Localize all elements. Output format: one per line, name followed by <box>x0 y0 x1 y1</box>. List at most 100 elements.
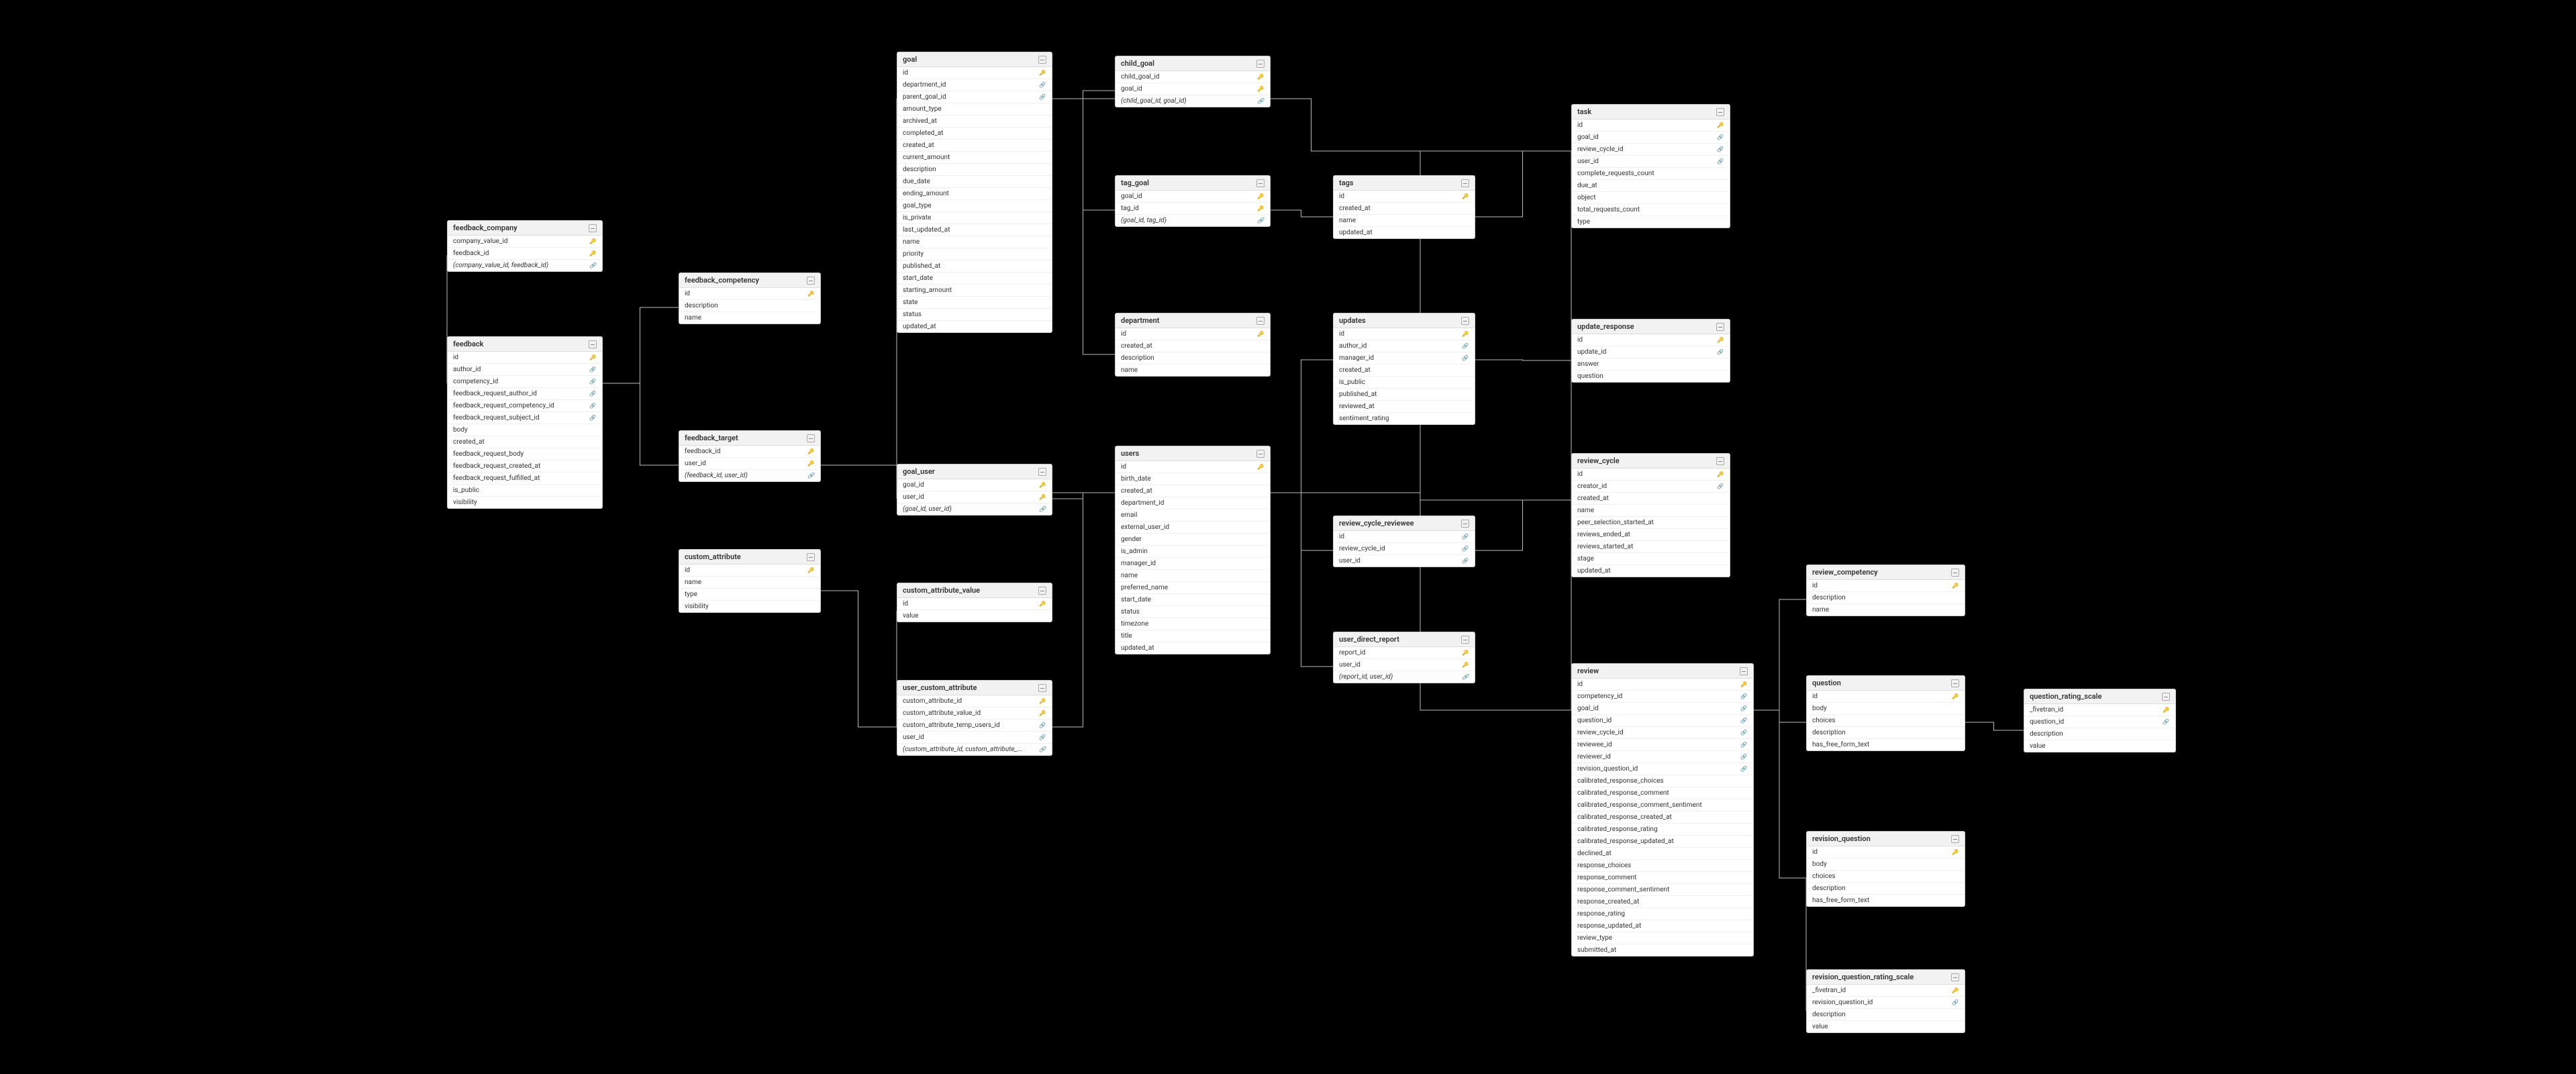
entity-users[interactable]: usersidbirth_datecreated_atdepartment_id… <box>1115 446 1271 654</box>
collapse-icon[interactable] <box>2162 693 2170 701</box>
column-row[interactable]: goal_id <box>1572 703 1753 715</box>
column-row[interactable]: question_id <box>2024 716 2175 728</box>
entity-header[interactable]: task <box>1572 105 1730 119</box>
column-row[interactable]: name <box>1807 604 1965 616</box>
collapse-icon[interactable] <box>1461 179 1469 187</box>
entity-header[interactable]: department <box>1116 313 1270 328</box>
entity-header[interactable]: feedback_company <box>448 221 602 236</box>
column-row[interactable]: goal_id <box>1116 83 1270 95</box>
column-row[interactable]: created_at <box>1116 485 1270 497</box>
column-row[interactable]: user_id <box>679 458 820 470</box>
column-row[interactable]: company_value_id <box>448 236 602 248</box>
column-row[interactable]: value <box>897 610 1052 622</box>
column-row[interactable]: due_date <box>897 176 1052 188</box>
entity-header[interactable]: question <box>1807 676 1965 691</box>
entity-tags[interactable]: tagsidcreated_atnameupdated_at <box>1333 175 1475 239</box>
column-row[interactable]: start_date <box>897 273 1052 285</box>
column-row[interactable]: reviewed_at <box>1334 401 1475 413</box>
column-row[interactable]: starting_amount <box>897 285 1052 297</box>
collapse-icon[interactable] <box>1038 468 1046 476</box>
entity-header[interactable]: tag_goal <box>1116 176 1270 191</box>
collapse-icon[interactable] <box>807 277 815 285</box>
column-row[interactable]: feedback_request_created_at <box>448 460 602 473</box>
column-row[interactable]: current_amount <box>897 152 1052 164</box>
column-row[interactable]: published_at <box>1334 389 1475 401</box>
entity-header[interactable]: revision_question_rating_scale <box>1807 970 1965 985</box>
column-row[interactable]: type <box>679 589 820 601</box>
column-row[interactable]: update_id <box>1572 346 1730 358</box>
entity-header[interactable]: feedback <box>448 337 602 352</box>
column-row[interactable]: has_free_form_text <box>1807 895 1965 906</box>
entity-goal-user[interactable]: goal_usergoal_iduser_id(goal_id, user_id… <box>897 464 1052 516</box>
collapse-icon[interactable] <box>1716 323 1724 331</box>
entity-header[interactable]: review_competency <box>1807 565 1965 580</box>
entity-header[interactable]: users <box>1116 446 1270 461</box>
column-row[interactable]: description <box>897 164 1052 176</box>
column-row[interactable]: last_updated_at <box>897 224 1052 236</box>
column-row[interactable]: updated_at <box>1334 227 1475 238</box>
index-row[interactable]: (feedback_id, user_id) <box>679 470 820 481</box>
column-row[interactable]: id <box>1807 846 1965 859</box>
entity-custom-attribute[interactable]: custom_attributeidnametypevisibility <box>679 549 821 613</box>
column-row[interactable]: sentiment_rating <box>1334 413 1475 424</box>
column-row[interactable]: body <box>1807 703 1965 715</box>
column-row[interactable]: created_at <box>1334 203 1475 215</box>
entity-header[interactable]: review_cycle <box>1572 454 1730 469</box>
entity-feedback-competency[interactable]: feedback_competencyiddescriptionname <box>679 273 821 324</box>
column-row[interactable]: description <box>1807 592 1965 604</box>
entity-revision-question-rating-scale[interactable]: revision_question_rating_scale_fivetran_… <box>1806 969 1965 1033</box>
entity-question-rating-scale[interactable]: question_rating_scale_fivetran_idquestio… <box>2024 689 2176 752</box>
column-row[interactable]: feedback_request_body <box>448 448 602 460</box>
index-row[interactable]: (goal_id, tag_id) <box>1116 215 1270 226</box>
column-row[interactable]: object <box>1572 192 1730 204</box>
column-row[interactable]: state <box>897 297 1052 309</box>
column-row[interactable]: goal_id <box>897 479 1052 491</box>
column-row[interactable]: submitted_at <box>1572 944 1753 956</box>
entity-review-cycle-reviewee[interactable]: review_cycle_revieweeidreview_cycle_idus… <box>1333 516 1475 567</box>
entity-update-response[interactable]: update_responseidupdate_idanswerquestion <box>1571 319 1730 383</box>
collapse-icon[interactable] <box>1951 835 1959 843</box>
entity-custom-attribute-value[interactable]: custom_attribute_valueidvalue <box>897 583 1052 622</box>
column-row[interactable]: feedback_id <box>679 446 820 458</box>
column-row[interactable]: report_id <box>1334 647 1475 659</box>
entity-user-direct-report[interactable]: user_direct_reportreport_iduser_id(repor… <box>1333 632 1475 683</box>
column-row[interactable]: name <box>679 312 820 324</box>
column-row[interactable]: review_cycle_id <box>1572 727 1753 739</box>
column-row[interactable]: manager_id <box>1116 558 1270 570</box>
column-row[interactable]: ending_amount <box>897 188 1052 200</box>
column-row[interactable]: feedback_request_author_id <box>448 388 602 400</box>
column-row[interactable]: creator_id <box>1572 481 1730 493</box>
entity-review-competency[interactable]: review_competencyiddescriptionname <box>1806 565 1965 616</box>
entity-question[interactable]: questionidbodychoicesdescriptionhas_free… <box>1806 675 1965 751</box>
column-row[interactable]: is_private <box>897 212 1052 224</box>
entity-goal[interactable]: goaliddepartment_idparent_goal_idamount_… <box>897 52 1052 333</box>
collapse-icon[interactable] <box>807 553 815 561</box>
entity-header[interactable]: update_response <box>1572 320 1730 334</box>
column-row[interactable]: description <box>1116 352 1270 364</box>
column-row[interactable]: choices <box>1807 871 1965 883</box>
column-row[interactable]: question_id <box>1572 715 1753 727</box>
column-row[interactable]: body <box>448 424 602 436</box>
column-row[interactable]: status <box>897 309 1052 321</box>
entity-header[interactable]: child_goal <box>1116 56 1270 71</box>
column-row[interactable]: calibrated_response_created_at <box>1572 812 1753 824</box>
index-row[interactable]: (child_goal_id, goal_id) <box>1116 95 1270 107</box>
collapse-icon[interactable] <box>1461 520 1469 528</box>
column-row[interactable]: review_cycle_id <box>1334 543 1475 555</box>
collapse-icon[interactable] <box>1740 667 1748 675</box>
column-row[interactable]: id <box>1572 679 1753 691</box>
index-row[interactable]: (custom_attribute_id, custom_attribute_.… <box>897 744 1052 755</box>
column-row[interactable]: description <box>2024 728 2175 740</box>
column-row[interactable]: id <box>1334 531 1475 543</box>
column-row[interactable]: response_comment_sentiment <box>1572 884 1753 896</box>
column-row[interactable]: name <box>1334 215 1475 227</box>
column-row[interactable]: is_public <box>448 485 602 497</box>
column-row[interactable]: external_user_id <box>1116 522 1270 534</box>
collapse-icon[interactable] <box>1951 569 1959 577</box>
column-row[interactable]: id <box>1116 328 1270 340</box>
column-row[interactable]: type <box>1572 216 1730 228</box>
entity-header[interactable]: question_rating_scale <box>2024 689 2175 704</box>
collapse-icon[interactable] <box>807 434 815 442</box>
column-row[interactable]: description <box>679 300 820 312</box>
entity-review[interactable]: reviewidcompetency_idgoal_idquestion_idr… <box>1571 663 1754 957</box>
